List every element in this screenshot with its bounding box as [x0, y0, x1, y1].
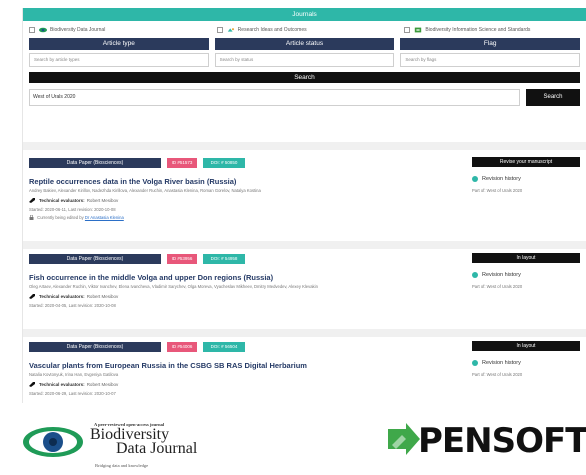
article-authors: Andrey Bakiev, Alexander Kirillov, Nadez… — [29, 188, 261, 193]
article-status-badge[interactable]: In layout — [472, 341, 580, 351]
journal-option-label: Biodiversity Data Journal — [50, 26, 106, 33]
editing-prefix: Currently being edited by — [37, 215, 84, 220]
article-dates: Started: 2020-06-29, Last revision: 2020… — [29, 391, 116, 396]
wrench-icon — [29, 198, 35, 203]
search-input[interactable]: West of Urals 2020 — [29, 89, 520, 106]
part-of-collection: Part of: West of Urals 2020 — [472, 284, 523, 289]
evaluators-value: Robert Mesibov — [86, 197, 119, 203]
journals-header: Journals — [23, 8, 586, 21]
article-id-badge: ID #51573 — [167, 157, 197, 168]
revision-history-link[interactable]: Revision history — [472, 360, 580, 366]
article-type-badge: Data Paper (Biosciences) — [29, 341, 161, 352]
biss-logo-icon — [415, 27, 422, 32]
search-button[interactable]: Search — [526, 89, 580, 106]
article-type-input[interactable]: Search by article types — [29, 53, 209, 67]
article-dates: Started: 2020-04-05, Last revision: 2020… — [29, 303, 116, 308]
eye-logo-icon — [39, 27, 47, 32]
filter-header-article-type: Article type — [29, 38, 209, 50]
filter-header-flag: Flag — [400, 38, 581, 50]
lock-icon — [29, 215, 34, 221]
article-authors: Oleg Artaev, Alexander Ruchin, Viktor Iv… — [29, 284, 318, 289]
article-authors: Natalia Kovtonyuk, Irina Han, Evgeniya G… — [29, 372, 119, 377]
part-of-collection: Part of: West of Urals 2020 — [472, 372, 523, 377]
journal-option-label: Research Ideas and Outcomes — [237, 26, 307, 33]
footer-logos: A peer-reviewed open-access journal Biod… — [0, 403, 586, 475]
evaluators-label: Technical evaluators: — [39, 381, 85, 387]
search-row: West of Urals 2020 Search — [29, 89, 580, 106]
evaluators-label: Technical evaluators: — [39, 197, 85, 203]
technical-evaluators: Technical evaluators: Robert Mesibov — [29, 293, 580, 299]
editing-user-link[interactable]: Dr Anastasia Klenina — [85, 215, 124, 220]
journal-option-bdj[interactable]: Biodiversity Data Journal — [23, 26, 211, 33]
flag-input[interactable]: Search by flags — [400, 53, 581, 67]
journal-options: Biodiversity Data Journal Research Ideas… — [23, 21, 586, 38]
filter-headers: Article type Article status Flag — [23, 38, 586, 50]
filter-inputs: Search by article types Search by status… — [23, 50, 586, 67]
article-type-badge: Data Paper (Biosciences) — [29, 157, 161, 168]
checkbox[interactable] — [29, 26, 35, 33]
checkbox[interactable] — [404, 26, 411, 33]
article-doi-badge: DOI: # 54958 — [203, 253, 245, 264]
article-side-info: Revision history Part of: West of Urals … — [472, 272, 580, 289]
revision-history-label: Revision history — [482, 360, 521, 366]
currently-editing: Currently being edited by Dr Anastasia K… — [29, 215, 580, 221]
divider — [23, 329, 586, 337]
technical-evaluators: Technical evaluators: Robert Mesibov — [29, 197, 580, 203]
revision-history-link[interactable]: Revision history — [472, 272, 580, 278]
divider — [23, 142, 586, 150]
journal-option-rio[interactable]: Research Ideas and Outcomes — [211, 26, 399, 33]
evaluators-value: Robert Mesibov — [86, 381, 119, 387]
rio-logo-icon — [227, 27, 234, 32]
article-side-info: Revision history Part of: West of Urals … — [472, 176, 580, 193]
search-header: Search — [29, 72, 580, 83]
article-doi-badge: DOI: # 50850 — [203, 157, 245, 168]
wrench-icon — [29, 294, 35, 299]
filter-header-article-status: Article status — [214, 38, 395, 50]
article-doi-badge: DOI: # 56504 — [203, 341, 245, 352]
article-id-badge: ID #54006 — [167, 341, 197, 352]
article-dates: Started: 2020-06-11, Last revision: 2020… — [29, 207, 116, 212]
journal-option-biss[interactable]: Biodiversity Information Science and Sta… — [398, 26, 586, 33]
article-status-badge[interactable]: Revise your manuscript — [472, 157, 580, 167]
technical-evaluators: Technical evaluators: Robert Mesibov — [29, 381, 580, 387]
article-side-info: Revision history Part of: West of Urals … — [472, 360, 580, 377]
article-card: Data Paper (Biosciences) ID #51573 DOI: … — [23, 157, 586, 221]
article-type-badge: Data Paper (Biosciences) — [29, 253, 161, 264]
article-card: Data Paper (Biosciences) ID #53956 DOI: … — [23, 253, 586, 308]
part-of-collection: Part of: West of Urals 2020 — [472, 188, 523, 193]
wrench-icon — [29, 382, 35, 387]
revision-history-label: Revision history — [482, 176, 521, 182]
article-card: Data Paper (Biosciences) ID #54006 DOI: … — [23, 341, 586, 396]
revision-history-link[interactable]: Revision history — [472, 176, 580, 182]
article-status-input[interactable]: Search by status — [214, 53, 395, 67]
evaluators-value: Robert Mesibov — [86, 293, 119, 299]
pensoft-logo: PENSOFT — [384, 421, 586, 461]
eye-logo-icon — [23, 427, 83, 457]
editorial-dashboard-panel: Journals Biodiversity Data Journal Resea… — [22, 8, 586, 403]
revision-history-label: Revision history — [482, 272, 521, 278]
bdj-wordmark: Biodiversity Data Journal — [90, 427, 198, 457]
g-icon — [472, 176, 478, 182]
journal-option-label: Biodiversity Information Science and Sta… — [425, 26, 531, 33]
g-icon — [472, 272, 478, 278]
g-icon — [472, 360, 478, 366]
checkbox[interactable] — [216, 26, 223, 33]
pensoft-wordmark: PENSOFT — [418, 421, 586, 461]
article-status-badge[interactable]: In layout — [472, 253, 580, 263]
divider — [23, 241, 586, 249]
evaluators-label: Technical evaluators: — [39, 293, 85, 299]
bdj-line2: Data Journal — [116, 440, 198, 457]
bdj-logo: Biodiversity Data Journal — [22, 425, 197, 459]
bdj-subtitle: Bridging data and knowledge — [95, 463, 149, 468]
article-id-badge: ID #53956 — [167, 253, 197, 264]
